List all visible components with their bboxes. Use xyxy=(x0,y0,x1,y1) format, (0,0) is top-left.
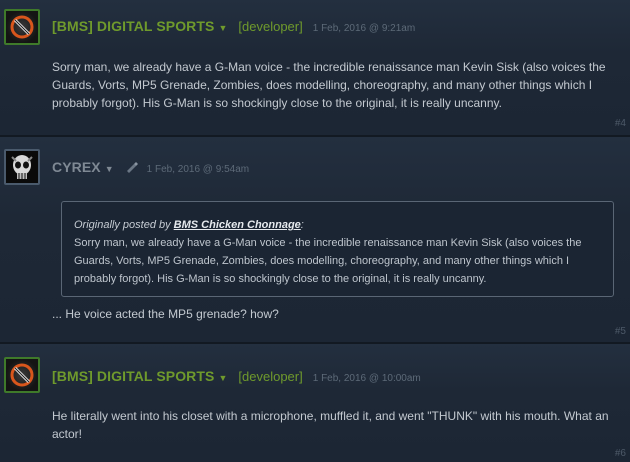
chevron-down-icon[interactable]: ▼ xyxy=(218,23,227,33)
comment-post: [BMS] DIGITAL SPORTS ▼ [developer] 1 Feb… xyxy=(0,0,630,135)
post-date: 1 Feb, 2016 @ 9:21am xyxy=(312,23,416,34)
skull-avatar-icon xyxy=(6,151,38,183)
quote-block: Originally posted by BMS Chicken Chonnag… xyxy=(61,201,614,297)
avatar[interactable] xyxy=(4,9,40,45)
chevron-down-icon[interactable]: ▼ xyxy=(218,373,227,383)
comment-post: CYREX ▼ 1 Feb, 2016 @ 9:54am Originally … xyxy=(0,135,630,342)
post-header: [BMS] DIGITAL SPORTS ▼ [developer] 1 Feb… xyxy=(52,18,415,34)
quote-suffix: : xyxy=(300,219,304,231)
post-text: ... He voice acted the MP5 grenade? how? xyxy=(52,307,279,321)
post-header: [BMS] DIGITAL SPORTS ▼ [developer] 1 Feb… xyxy=(52,368,421,384)
quote-text: Sorry man, we already have a G-Man voice… xyxy=(74,237,582,285)
post-number[interactable]: #4 xyxy=(615,118,626,129)
avatar[interactable] xyxy=(4,357,40,393)
post-text: Sorry man, we already have a G-Man voice… xyxy=(52,60,606,110)
author-name[interactable]: [BMS] DIGITAL SPORTS xyxy=(52,368,214,384)
post-date: 1 Feb, 2016 @ 10:00am xyxy=(312,373,421,384)
author-name[interactable]: [BMS] DIGITAL SPORTS xyxy=(52,18,214,34)
author-name[interactable]: CYREX xyxy=(52,159,101,175)
post-header: CYREX ▼ 1 Feb, 2016 @ 9:54am xyxy=(52,159,249,175)
quote-prefix: Originally posted by xyxy=(74,219,174,231)
developer-tag: [developer] xyxy=(238,19,303,34)
chevron-down-icon[interactable]: ▼ xyxy=(105,164,114,174)
post-number[interactable]: #6 xyxy=(615,448,626,459)
post-text: He literally went into his closet with a… xyxy=(52,409,609,441)
avatar[interactable] xyxy=(4,149,40,185)
developer-logo-icon xyxy=(6,11,38,43)
post-date: 1 Feb, 2016 @ 9:54am xyxy=(146,164,250,175)
pencil-icon xyxy=(125,160,139,173)
comment-post: [BMS] DIGITAL SPORTS ▼ [developer] 1 Feb… xyxy=(0,342,630,462)
post-number[interactable]: #5 xyxy=(615,326,626,337)
developer-tag: [developer] xyxy=(238,369,303,384)
developer-logo-icon xyxy=(6,359,38,391)
quote-author-link[interactable]: BMS Chicken Chonnage xyxy=(174,219,301,231)
quote-header: Originally posted by BMS Chicken Chonnag… xyxy=(74,216,601,234)
